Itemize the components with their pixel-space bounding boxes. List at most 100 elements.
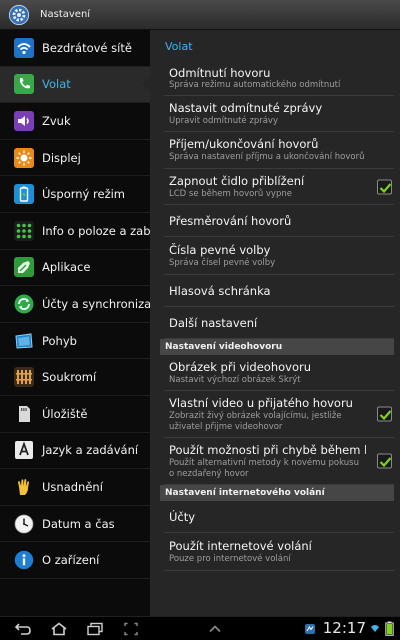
sound-icon	[14, 110, 34, 131]
privacy-icon	[14, 367, 34, 388]
recent-apps-button[interactable]	[84, 620, 106, 638]
home-button[interactable]	[48, 620, 70, 638]
page-title: Volat	[165, 39, 193, 53]
sidebar-item-label: Jazyk a zadávání	[42, 443, 139, 458]
storage-icon	[19, 405, 30, 422]
sidebar-item-about-device[interactable]: O zařízení	[0, 542, 150, 579]
location-security-icon	[14, 220, 34, 241]
setting-subtitle: Správa čísel pevné volby	[169, 257, 276, 268]
language-icon	[15, 441, 33, 460]
chevron-up-icon	[209, 624, 221, 632]
sidebar-item-call[interactable]: Volat	[0, 66, 150, 104]
setting-subtitle: Zobrazit živý obrázek volajícímu, jestli…	[169, 410, 342, 432]
expand-tray-button[interactable]	[204, 620, 226, 638]
notification-icon[interactable]	[304, 623, 316, 635]
sidebar-item-storage[interactable]: Úložiště	[0, 396, 150, 433]
phone-icon	[14, 74, 34, 95]
settings-sidebar: Bezdrátové sítě Volat Zvuk Displej Úspor…	[0, 30, 150, 616]
sidebar-item-accessibility[interactable]: Usnadnění	[0, 469, 150, 506]
call-fail-options-checkbox[interactable]	[377, 453, 392, 469]
back-button[interactable]	[12, 620, 34, 638]
display-icon	[14, 147, 34, 168]
sidebar-item-label: Datum a čas	[42, 516, 115, 531]
motion-icon	[15, 332, 33, 349]
sidebar-item-location-security[interactable]: Info o poloze a zab	[0, 213, 150, 250]
setting-title: Čísla pevné volby	[169, 242, 271, 257]
setting-call-rejection[interactable]: Odmítnutí hovoru Správa režimu automatic…	[164, 62, 394, 96]
setting-use-internet-calling[interactable]: Použít internetové volání Pouze pro inte…	[164, 533, 394, 571]
wifi-signal-icon	[371, 625, 379, 632]
setting-subtitle: LCD se během hovorů vypne	[169, 188, 292, 199]
call-settings-panel: Volat Odmítnutí hovoru Správa režimu aut…	[150, 30, 400, 616]
sidebar-item-wireless[interactable]: Bezdrátové sítě	[0, 30, 150, 67]
sidebar-item-label: Aplikace	[42, 260, 91, 275]
sidebar-item-motion[interactable]: Pohyb	[0, 323, 150, 360]
sidebar-item-privacy[interactable]: Soukromí	[0, 359, 150, 396]
sidebar-item-label: Displej	[42, 150, 81, 165]
system-bar: 12:17	[0, 616, 400, 640]
setting-proximity-sensor[interactable]: Zapnout čidlo přiblížení LCD se během ho…	[164, 169, 394, 205]
setting-title: Účty	[169, 509, 196, 524]
status-clock[interactable]: 12:17	[323, 619, 366, 637]
sidebar-item-display[interactable]: Displej	[0, 140, 150, 177]
setting-subtitle: Pouze pro internetové volání	[169, 553, 291, 564]
clock-icon	[14, 514, 34, 533]
sidebar-item-label: Pohyb	[42, 333, 77, 348]
own-video-checkbox[interactable]	[377, 406, 392, 422]
settings-gear-icon	[8, 4, 30, 25]
setting-accounts[interactable]: Účty	[164, 501, 394, 533]
wifi-icon	[14, 37, 34, 58]
setting-subtitle: Správa režimu automatického odmítnutí	[169, 80, 341, 90]
setting-subtitle: Upravit odmítnuté zprávy	[169, 115, 278, 126]
power-saving-icon	[14, 184, 34, 205]
setting-answer-end-calls[interactable]: Příjem/ukončování hovorů Správa nastaven…	[164, 132, 394, 169]
applications-icon	[14, 257, 34, 278]
setting-title: Vlastní video u přijatého hovoru	[169, 395, 353, 410]
checkmark-icon	[379, 410, 392, 421]
setting-title: Nastavit odmítnuté zprávy	[169, 100, 323, 115]
info-icon	[14, 550, 34, 570]
sidebar-item-applications[interactable]: Aplikace	[0, 250, 150, 287]
sidebar-item-label: Volat	[42, 77, 71, 92]
setting-subtitle: Nastavit výchozí obrázek Skrýt	[169, 374, 301, 385]
setting-call-fail-options[interactable]: Použít možnosti při chybě během hovoru P…	[164, 438, 394, 485]
section-header-video-call: Nastavení videohovoru	[160, 339, 394, 355]
sidebar-item-label: Zvuk	[42, 113, 71, 128]
sidebar-item-language-input[interactable]: Jazyk a zadávání	[0, 433, 150, 470]
setting-rejection-messages[interactable]: Nastavit odmítnuté zprávy Upravit odmítn…	[164, 96, 394, 132]
sidebar-item-accounts-sync[interactable]: Účty a synchroniza	[0, 286, 150, 323]
sidebar-item-label: O zařízení	[42, 553, 100, 568]
screenshot-button[interactable]	[120, 620, 142, 638]
sidebar-item-label: Účty a synchroniza	[42, 296, 150, 311]
setting-fixed-dialing-numbers[interactable]: Čísla pevné volby Správa čísel pevné vol…	[164, 237, 394, 275]
setting-own-video-incoming[interactable]: Vlastní video u přijatého hovoru Zobrazi…	[164, 391, 394, 438]
title-bar: Nastavení	[0, 0, 400, 30]
setting-call-forwarding[interactable]: Přesměrování hovorů	[164, 205, 394, 237]
sidebar-item-label: Úložiště	[42, 406, 88, 421]
recent-apps-icon	[87, 622, 103, 635]
back-arrow-icon	[14, 622, 31, 635]
sidebar-item-date-time[interactable]: Datum a čas	[0, 506, 150, 543]
setting-additional-settings[interactable]: Další nastavení	[164, 307, 394, 339]
screenshot-icon	[124, 622, 138, 635]
setting-title: Použít internetové volání	[169, 538, 312, 553]
battery-icon	[385, 621, 394, 636]
sidebar-item-label: Info o poloze a zab	[42, 223, 150, 238]
setting-title: Další nastavení	[169, 315, 258, 330]
setting-subtitle: Správa nastavení příjmu a ukončování hov…	[169, 152, 365, 162]
sidebar-item-power-saving[interactable]: Úsporný režim	[0, 176, 150, 213]
app-title: Nastavení	[40, 9, 91, 20]
sidebar-item-label: Usnadnění	[42, 479, 103, 494]
setting-voicemail[interactable]: Hlasová schránka	[164, 275, 394, 307]
checkmark-icon	[379, 457, 392, 468]
sync-icon	[14, 294, 34, 314]
setting-video-call-image[interactable]: Obrázek při videohovoru Nastavit výchozí…	[164, 355, 394, 391]
sidebar-item-sound[interactable]: Zvuk	[0, 103, 150, 140]
accessibility-icon	[18, 478, 29, 495]
setting-title: Zapnout čidlo přiblížení	[169, 173, 305, 188]
sidebar-item-label: Soukromí	[42, 370, 97, 385]
setting-subtitle: Použít alternativní metody k novému poku…	[169, 457, 359, 479]
proximity-sensor-checkbox[interactable]	[377, 179, 392, 194]
sidebar-item-label: Úsporný režim	[42, 187, 126, 202]
section-header-internet-call: Nastavení internetového volání	[160, 485, 394, 501]
